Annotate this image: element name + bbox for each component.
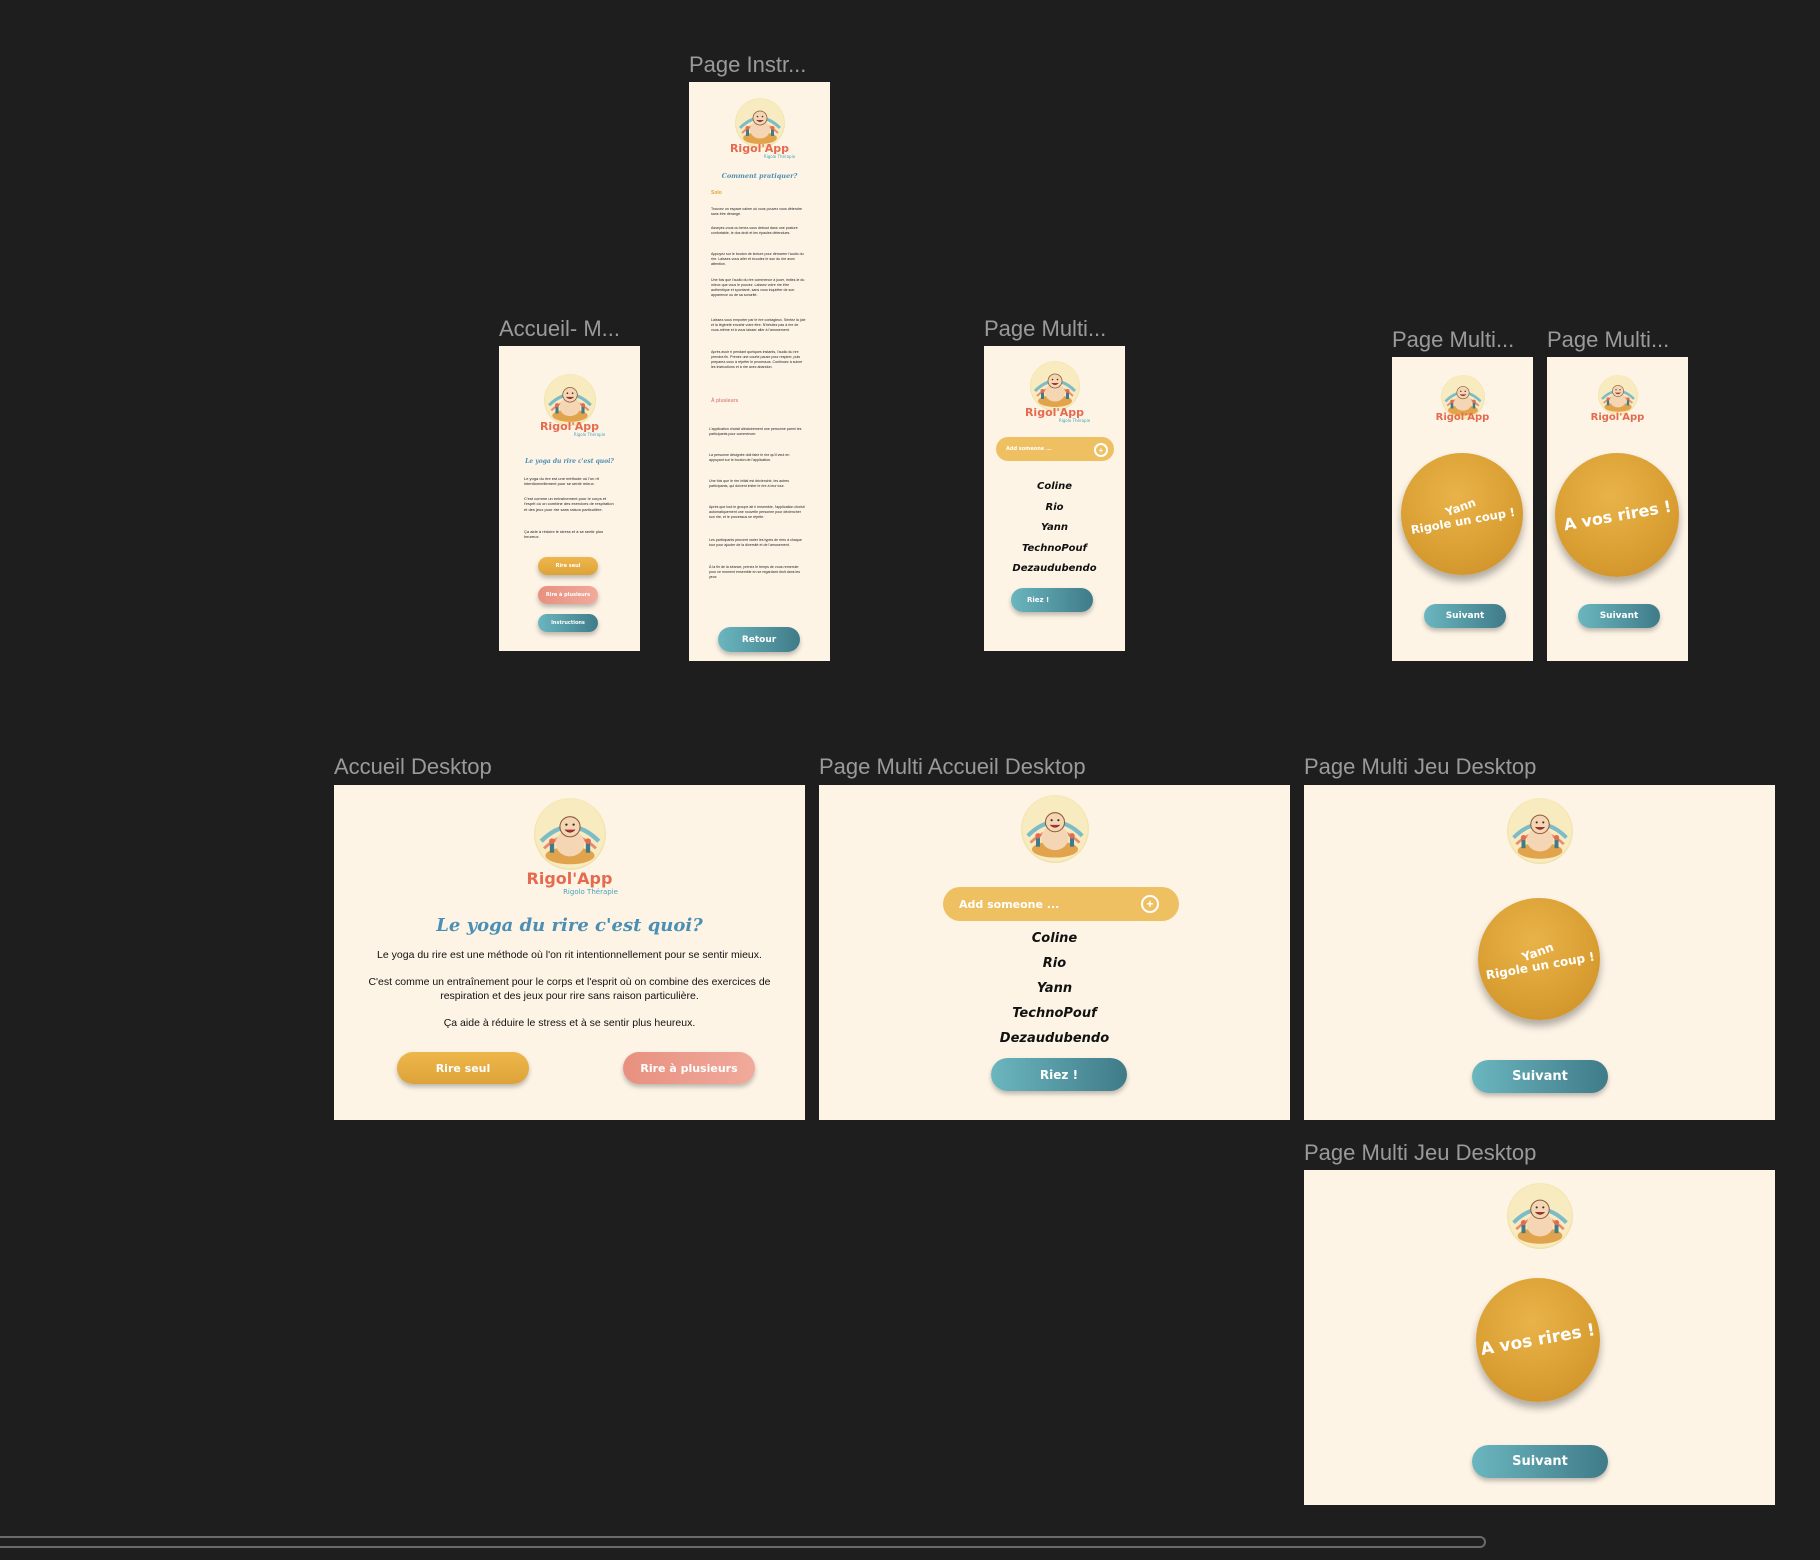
laugh-button[interactable]: Riez !	[1011, 588, 1093, 612]
frame-title-multi-jeu-desktop: Page Multi Jeu Desktop	[1304, 754, 1537, 779]
frame-title-instructions-mobile: Page Instr...	[689, 52, 807, 77]
player-name: Rio	[1045, 501, 1064, 513]
solo-laugh-button[interactable]: Rire seul	[397, 1052, 529, 1084]
instruction-paragraph: Asseyez-vous ou tenez-vous debout dans u…	[711, 226, 798, 235]
page-heading: Comment pratiquer?	[721, 172, 798, 180]
solo-section-label: Solo	[711, 190, 722, 196]
player-name: Rio	[1042, 956, 1067, 971]
player-name: TechnoPouf	[1012, 1006, 1097, 1021]
instruction-paragraph: Après que tout le groupe ait ri ensemble…	[709, 505, 805, 519]
circle-message: A vos rires !	[1561, 496, 1673, 534]
frame-multi-accueil-desktop[interactable]: Add someone ... + Coline Rio Yann Techno…	[819, 785, 1290, 1120]
instruction-paragraph: La personne désignée doit faire le rire …	[709, 453, 790, 462]
back-button[interactable]: Retour	[718, 627, 800, 652]
call-to-laugh-circle: A vos rires !	[1555, 453, 1679, 577]
frame-instructions-mobile[interactable]: Rigol'App Rigolo Thérapie Comment pratiq…	[689, 82, 830, 661]
instruction-paragraph: Les participants peuvent varier les type…	[709, 538, 802, 547]
frame-title-multi-game-mobile: Page Multi...	[1547, 327, 1670, 352]
frame-title-multi-game-mobile: Page Multi...	[1392, 327, 1515, 352]
brand-name: Rigol'App	[1435, 412, 1490, 423]
frame-title-multi-mobile: Page Multi...	[984, 316, 1107, 341]
player-name: Coline	[1031, 931, 1078, 946]
multi-laugh-button[interactable]: Rire à plusieurs	[538, 586, 598, 604]
frame-multi-jeu-desktop-2[interactable]: A vos rires ! Suivant	[1304, 1170, 1775, 1505]
next-button[interactable]: Suivant	[1578, 604, 1660, 628]
frame-accueil-desktop[interactable]: Rigol'App Rigolo Thérapie Le yoga du rir…	[334, 785, 805, 1120]
intro-paragraph: Le yoga du rire est une méthode où l'on …	[524, 476, 599, 487]
intro-paragraph: Ça aide à réduire le stress et à se sent…	[524, 529, 604, 540]
call-to-laugh-circle: A vos rires !	[1476, 1278, 1600, 1402]
brand-subtitle: Rigolo Thérapie	[1058, 418, 1091, 423]
page-heading: Le yoga du rire c'est quoi?	[436, 915, 703, 936]
brand-subtitle: Rigolo Thérapie	[563, 888, 618, 896]
laughing-buddha-logo-icon	[734, 98, 785, 148]
intro-paragraph: Le yoga du rire est une méthode où l'on …	[377, 949, 762, 961]
players-list: Coline Rio Yann TechnoPouf Dezaudubendo	[819, 926, 1290, 1051]
player-name: Coline	[1037, 481, 1072, 492]
brand-name: Rigol'App	[1590, 412, 1645, 423]
page-heading: Le yoga du rire c'est quoi?	[525, 458, 614, 465]
intro-paragraph: C'est comme un entraînement pour le corp…	[368, 976, 771, 1003]
brand-name: Rigol'App	[526, 869, 613, 888]
frame-multi-mobile[interactable]: Rigol'App Rigolo Thérapie Add someone ..…	[984, 346, 1125, 651]
intro-paragraph: Ça aide à réduire le stress et à se sent…	[443, 1017, 696, 1029]
frame-title-multi-jeu-desktop: Page Multi Jeu Desktop	[1304, 1140, 1537, 1165]
brand-subtitle: Rigolo Thérapie	[763, 154, 796, 159]
laughing-buddha-logo-icon	[1597, 375, 1638, 415]
player-name: Yann	[1040, 522, 1069, 533]
solo-laugh-button[interactable]: Rire seul	[538, 557, 598, 575]
laughing-buddha-logo-icon	[1020, 795, 1089, 863]
frame-title-multi-accueil-desktop: Page Multi Accueil Desktop	[819, 754, 1086, 779]
frame-multi-game-mobile-1[interactable]: Rigol'App Yann Rigole un coup ! Suivant	[1392, 357, 1533, 661]
laugh-button[interactable]: Riez !	[991, 1058, 1127, 1091]
players-list: Coline Rio Yann TechnoPouf Dezaudubendo	[984, 477, 1125, 580]
instruction-paragraph: Laissez-vous emporter par le rire contag…	[711, 318, 806, 332]
laughing-buddha-logo-icon	[543, 374, 596, 426]
laughing-buddha-logo-icon	[1506, 1183, 1573, 1249]
instruction-paragraph: Une fois que l'audio du rire commence à …	[711, 278, 805, 297]
frame-title-accueil-desktop: Accueil Desktop	[334, 754, 492, 779]
frame-multi-jeu-desktop-1[interactable]: Yann Rigole un coup ! Suivant	[1304, 785, 1775, 1120]
plus-circle-icon[interactable]: +	[1141, 895, 1159, 913]
multi-laugh-button[interactable]: Rire à plusieurs	[623, 1052, 755, 1084]
instruction-paragraph: Une fois que le rire initial est déclenc…	[709, 479, 790, 488]
laughing-buddha-logo-icon	[1029, 361, 1080, 411]
next-button[interactable]: Suivant	[1424, 604, 1506, 628]
horizontal-scrollbar[interactable]	[0, 1536, 1486, 1548]
next-button[interactable]: Suivant	[1472, 1445, 1608, 1478]
instruction-paragraph: Appuyez sur le bouton de lecture pour dé…	[711, 252, 804, 266]
instruction-paragraph: À la fin de la séance, prenez le temps d…	[709, 565, 801, 579]
current-player-circle: Yann Rigole un coup !	[1478, 898, 1600, 1020]
intro-paragraph: C'est comme un entraînement pour le corp…	[524, 496, 614, 512]
instruction-paragraph: Trouvez un espace calme où vous pouvez v…	[711, 207, 802, 216]
plus-circle-icon[interactable]: +	[1094, 443, 1108, 457]
frame-title-accueil-mobile: Accueil- M...	[499, 316, 621, 341]
brand-subtitle: Rigolo Thérapie	[573, 432, 606, 437]
instructions-button[interactable]: Instructions	[538, 614, 598, 632]
player-name: Yann	[1036, 981, 1073, 996]
instruction-paragraph: Après avoir ri pendant quelques instants…	[711, 350, 803, 369]
frame-multi-game-mobile-2[interactable]: Rigol'App A vos rires ! Suivant	[1547, 357, 1688, 661]
circle-message: A vos rires !	[1479, 1320, 1597, 1360]
next-button[interactable]: Suivant	[1472, 1060, 1608, 1093]
instruction-paragraph: L'application choisit aléatoirement une …	[709, 427, 802, 436]
multi-section-label: À plusieurs	[711, 398, 739, 404]
current-player-circle: Yann Rigole un coup !	[1401, 453, 1523, 575]
laughing-buddha-logo-icon	[533, 798, 606, 870]
laughing-buddha-logo-icon	[1506, 798, 1573, 864]
player-name: Dezaudubendo	[999, 1031, 1110, 1046]
frame-accueil-mobile[interactable]: Rigol'App Rigolo Thérapie Le yoga du rir…	[499, 346, 640, 651]
player-name: TechnoPouf	[1021, 542, 1088, 554]
player-name: Dezaudubendo	[1012, 563, 1097, 574]
